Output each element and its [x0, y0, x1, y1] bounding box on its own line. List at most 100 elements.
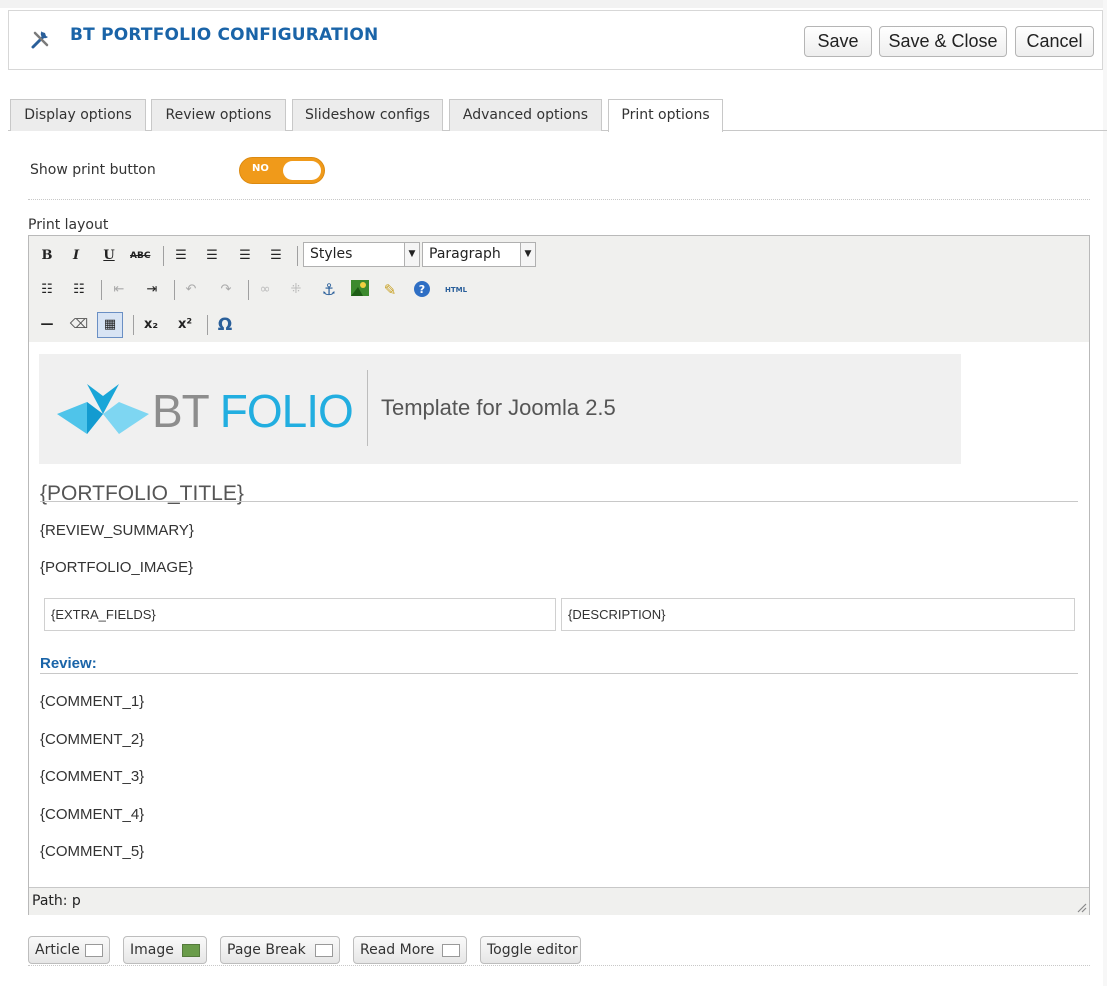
divider — [28, 199, 1090, 200]
top-strip — [0, 0, 1107, 8]
horizontal-rule-icon[interactable]: — — [37, 315, 57, 335]
print-layout-label: Print layout — [28, 217, 109, 233]
toggle-editor-button-label: Toggle editor — [487, 942, 578, 958]
image-button[interactable]: Image — [123, 936, 207, 964]
subscript-icon[interactable]: x₂ — [141, 315, 161, 335]
page-title: BT PORTFOLIO CONFIGURATION — [70, 25, 379, 45]
special-char-icon[interactable]: Ω — [215, 315, 235, 335]
help-icon[interactable]: ? — [412, 280, 432, 300]
chevron-down-icon: ▼ — [520, 243, 535, 266]
underline-icon[interactable]: U — [99, 246, 119, 266]
redo-icon[interactable]: ↷ — [216, 280, 236, 300]
tab-display-options[interactable]: Display options — [10, 99, 146, 131]
toolbar-separator — [163, 246, 164, 266]
strikethrough-icon[interactable]: ABC — [130, 246, 150, 266]
article-icon — [85, 944, 103, 957]
page-break-button-label: Page Break — [227, 942, 306, 958]
bt-folio-logo-icon — [57, 384, 149, 434]
portfolio-image-placeholder: {PORTFOLIO_IMAGE} — [40, 559, 194, 576]
page-break-button[interactable]: Page Break — [220, 936, 340, 964]
comment-placeholder: {COMMENT_4} — [40, 806, 145, 823]
toolbar-separator — [207, 315, 208, 335]
svg-text:?: ? — [419, 283, 425, 296]
table-icon[interactable]: ▦ — [97, 312, 123, 338]
undo-icon[interactable]: ↶ — [181, 280, 201, 300]
image-icon[interactable] — [350, 280, 370, 300]
read-more-button-label: Read More — [360, 942, 435, 958]
toggle-value: NO — [252, 163, 269, 174]
html-icon[interactable]: HTML — [441, 280, 471, 300]
right-edge — [1103, 0, 1107, 986]
comment-placeholder: {COMMENT_1} — [40, 693, 145, 710]
bullet-list-icon[interactable]: ☷ — [37, 280, 57, 300]
anchor-icon[interactable]: ⚓ — [319, 280, 339, 300]
picture-icon — [182, 944, 200, 957]
toggle-knob — [283, 161, 321, 180]
bold-icon[interactable]: B — [37, 246, 57, 266]
config-header: BT PORTFOLIO CONFIGURATION Save Save & C… — [8, 10, 1103, 70]
tab-slideshow-configs[interactable]: Slideshow configs — [292, 99, 443, 131]
rich-text-editor: B I U ABC ☰ ☰ ☰ ☰ Styles ▼ Paragraph ▼ ☷… — [28, 235, 1090, 915]
bottom-divider — [28, 965, 1090, 966]
review-heading: Review: — [40, 655, 97, 672]
align-right-icon[interactable]: ☰ — [235, 246, 255, 266]
tab-print-options[interactable]: Print options — [608, 99, 723, 132]
toolbar-separator — [133, 315, 134, 335]
styles-select[interactable]: Styles ▼ — [303, 242, 420, 267]
tools-icon — [31, 31, 49, 49]
superscript-icon[interactable]: x² — [175, 315, 195, 335]
italic-icon[interactable]: I — [66, 246, 86, 266]
save-button[interactable]: Save — [804, 26, 872, 57]
align-left-icon[interactable]: ☰ — [171, 246, 191, 266]
toggle-editor-button[interactable]: Toggle editor — [480, 936, 581, 964]
banner-divider — [367, 370, 368, 446]
format-select[interactable]: Paragraph ▼ — [422, 242, 536, 267]
save-close-button[interactable]: Save & Close — [879, 26, 1007, 57]
page-break-icon — [315, 944, 333, 957]
unlink-icon[interactable]: ⁜ — [286, 280, 306, 300]
banner-folio: FOLIO — [219, 385, 354, 437]
editor-toolbar: B I U ABC ☰ ☰ ☰ ☰ Styles ▼ Paragraph ▼ ☷… — [29, 236, 1089, 343]
comment-placeholder: {COMMENT_2} — [40, 731, 145, 748]
styles-select-value: Styles — [310, 246, 353, 262]
numbered-list-icon[interactable]: ☷ — [69, 280, 89, 300]
chevron-down-icon: ▼ — [404, 243, 419, 266]
comment-placeholder: {COMMENT_5} — [40, 843, 145, 860]
image-button-label: Image — [130, 942, 174, 958]
banner-brand: BT FOLIO — [152, 384, 354, 438]
description-cell: {DESCRIPTION} — [561, 598, 1075, 631]
comment-placeholder: {COMMENT_3} — [40, 768, 145, 785]
format-select-value: Paragraph — [429, 246, 501, 262]
editor-statusbar: Path: p — [29, 887, 1089, 915]
article-button-label: Article — [35, 942, 80, 958]
align-center-icon[interactable]: ☰ — [202, 246, 222, 266]
indent-icon[interactable]: ⇥ — [142, 280, 162, 300]
banner-tagline: Template for Joomla 2.5 — [381, 395, 616, 420]
show-print-label: Show print button — [30, 162, 156, 178]
outdent-icon[interactable]: ⇤ — [109, 280, 129, 300]
bt-folio-banner: BT FOLIO Template for Joomla 2.5 — [39, 354, 961, 464]
read-more-icon — [442, 944, 460, 957]
article-button[interactable]: Article — [28, 936, 110, 964]
toolbar-separator — [101, 280, 102, 300]
toolbar-separator — [297, 246, 298, 266]
show-print-toggle[interactable]: NO — [239, 157, 325, 184]
extra-fields-cell: {EXTRA_FIELDS} — [44, 598, 556, 631]
review-summary-placeholder: {REVIEW_SUMMARY} — [40, 522, 194, 539]
toolbar-separator — [248, 280, 249, 300]
link-icon[interactable]: ∞ — [255, 280, 275, 300]
tab-review-options[interactable]: Review options — [151, 99, 286, 131]
read-more-button[interactable]: Read More — [353, 936, 467, 964]
resize-grip-icon[interactable] — [1075, 901, 1087, 913]
banner-bt: BT — [152, 385, 220, 437]
eraser-icon[interactable]: ⌫ — [69, 315, 89, 335]
review-underline — [40, 673, 1078, 674]
align-justify-icon[interactable]: ☰ — [266, 246, 286, 266]
toolbar-separator — [174, 280, 175, 300]
title-underline — [40, 501, 1078, 502]
cleanup-icon[interactable]: ✎ — [380, 280, 400, 300]
cancel-button[interactable]: Cancel — [1015, 26, 1094, 57]
portfolio-title-placeholder: {PORTFOLIO_TITLE} — [40, 482, 244, 505]
editor-content[interactable]: BT FOLIO Template for Joomla 2.5 {PORTFO… — [29, 342, 1089, 887]
tab-advanced-options[interactable]: Advanced options — [449, 99, 602, 131]
